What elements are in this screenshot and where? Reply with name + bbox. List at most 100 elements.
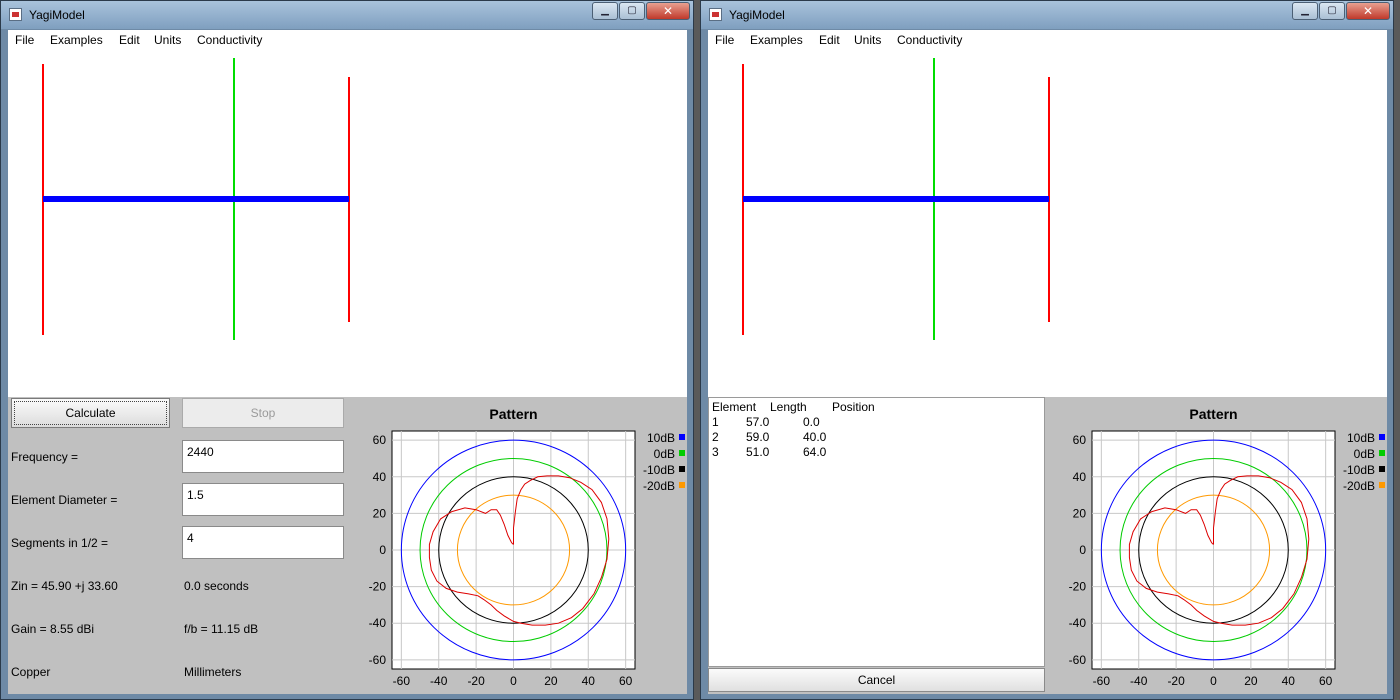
pattern-chart: Pattern -60 -40 -20 0 20 40 60 60 40 20 0 -20 -40 -60 1… bbox=[1069, 406, 1385, 688]
menu-units[interactable]: Units bbox=[154, 33, 181, 47]
menu-examples[interactable]: Examples bbox=[50, 33, 103, 47]
menu-conductivity[interactable]: Conductivity bbox=[897, 33, 962, 47]
element-diameter-label: Element Diameter = bbox=[11, 493, 118, 507]
x-tick-label: 0 bbox=[510, 674, 517, 688]
y-tick-label: 20 bbox=[1073, 506, 1087, 520]
table-header-element: Element bbox=[712, 400, 757, 414]
legend-label: 0dB bbox=[1354, 447, 1375, 461]
chart-title: Pattern bbox=[489, 406, 537, 422]
gain-readout: Gain = 8.55 dBi bbox=[11, 622, 95, 636]
title-bar[interactable]: YagiModel ▁ ▢ ✕ bbox=[701, 1, 1393, 29]
frequency-input[interactable]: 2440 bbox=[182, 440, 344, 473]
table-header-position: Position bbox=[832, 400, 875, 414]
y-tick-label: -20 bbox=[1069, 580, 1087, 594]
yagi-window-right: YagiModel ▁ ▢ ✕ File Examples Edit Units… bbox=[700, 0, 1394, 700]
close-button[interactable]: ✕ bbox=[1346, 2, 1390, 20]
java-app-icon bbox=[709, 8, 722, 21]
x-tick-label: -60 bbox=[1093, 674, 1111, 688]
segments-input[interactable]: 4 bbox=[182, 526, 344, 559]
y-tick-label: -40 bbox=[1069, 616, 1087, 630]
legend-label: -20dB bbox=[643, 479, 675, 493]
window-title: YagiModel bbox=[729, 8, 785, 22]
legend-label: -10dB bbox=[643, 463, 675, 477]
legend-label: 0dB bbox=[654, 447, 675, 461]
element-diameter-input[interactable]: 1.5 bbox=[182, 483, 344, 516]
antenna-canvas bbox=[8, 52, 687, 397]
calc-time-readout: 0.0 seconds bbox=[184, 579, 249, 593]
units-readout: Millimeters bbox=[184, 665, 242, 679]
x-tick-label: 60 bbox=[1319, 674, 1333, 688]
table-header-length: Length bbox=[770, 400, 807, 414]
table-row-3-position: 64.0 bbox=[803, 445, 827, 459]
x-tick-label: -60 bbox=[393, 674, 411, 688]
window-title: YagiModel bbox=[29, 8, 85, 22]
control-panel: Calculate Stop Frequency = 2440 Element … bbox=[8, 397, 687, 694]
x-tick-label: 40 bbox=[582, 674, 596, 688]
stop-button[interactable]: Stop bbox=[182, 398, 344, 428]
antenna-drawing bbox=[742, 58, 1050, 340]
calculate-button[interactable]: Calculate bbox=[11, 398, 170, 428]
y-tick-label: -60 bbox=[369, 653, 387, 667]
menu-examples[interactable]: Examples bbox=[750, 33, 803, 47]
legend-swatch bbox=[1379, 450, 1385, 456]
maximize-button[interactable]: ▢ bbox=[1319, 2, 1345, 20]
y-tick-label: 0 bbox=[1079, 543, 1086, 557]
legend-label: -20dB bbox=[1343, 479, 1375, 493]
client-area: File Examples Edit Units Conductivity Ca… bbox=[8, 30, 687, 694]
x-tick-label: 60 bbox=[619, 674, 633, 688]
y-tick-label: 60 bbox=[373, 433, 387, 447]
front-back-readout: f/b = 11.15 dB bbox=[184, 622, 259, 636]
x-tick-label: 40 bbox=[1282, 674, 1296, 688]
maximize-button[interactable]: ▢ bbox=[619, 2, 645, 20]
minimize-button[interactable]: ▁ bbox=[592, 2, 618, 20]
antenna-drawing bbox=[42, 58, 350, 340]
legend-label: 10dB bbox=[647, 431, 675, 445]
frequency-label: Frequency = bbox=[11, 450, 79, 464]
menu-edit[interactable]: Edit bbox=[819, 33, 840, 47]
table-row-3-length: 51.0 bbox=[746, 445, 770, 459]
legend-swatch bbox=[1379, 466, 1385, 472]
table-row-2-position: 40.0 bbox=[803, 430, 827, 444]
legend-swatch bbox=[679, 482, 685, 488]
zin-readout: Zin = 45.90 +j 33.60 bbox=[11, 579, 118, 593]
chart-title: Pattern bbox=[1189, 406, 1237, 422]
menu-file[interactable]: File bbox=[15, 33, 34, 47]
table-row-2-element: 2 bbox=[712, 430, 719, 444]
yagi-window-left: YagiModel ▁ ▢ ✕ File Examples Edit Units… bbox=[0, 0, 694, 700]
x-tick-label: -20 bbox=[467, 674, 485, 688]
x-tick-label: 20 bbox=[1244, 674, 1258, 688]
minimize-button[interactable]: ▁ bbox=[1292, 2, 1318, 20]
legend-swatch bbox=[679, 466, 685, 472]
menu-file[interactable]: File bbox=[715, 33, 734, 47]
y-tick-label: 20 bbox=[373, 506, 387, 520]
x-tick-label: 0 bbox=[1210, 674, 1217, 688]
menu-edit[interactable]: Edit bbox=[119, 33, 140, 47]
y-tick-label: 0 bbox=[379, 543, 386, 557]
java-app-icon bbox=[9, 8, 22, 21]
antenna-canvas bbox=[708, 52, 1387, 397]
legend-swatch bbox=[1379, 482, 1385, 488]
x-tick-label: 20 bbox=[544, 674, 558, 688]
table-row-1-length: 57.0 bbox=[746, 415, 770, 429]
legend-label: -10dB bbox=[1343, 463, 1375, 477]
element-edit-panel: Element Length Position 1 57.0 0.0 2 59.… bbox=[708, 397, 1387, 694]
menu-units[interactable]: Units bbox=[854, 33, 881, 47]
menu-bar: File Examples Edit Units Conductivity bbox=[8, 30, 687, 52]
element-table[interactable]: Element Length Position 1 57.0 0.0 2 59.… bbox=[708, 397, 1045, 667]
pattern-chart: Pattern -60 -40 -20 0 20 40 60 60 40 20 0 -20 -40 -60 1… bbox=[369, 406, 685, 688]
close-button[interactable]: ✕ bbox=[646, 2, 690, 20]
table-row-3-element: 3 bbox=[712, 445, 719, 459]
title-bar[interactable]: YagiModel ▁ ▢ ✕ bbox=[1, 1, 693, 29]
y-tick-label: -60 bbox=[1069, 653, 1087, 667]
x-tick-label: -20 bbox=[1167, 674, 1185, 688]
legend-label: 10dB bbox=[1347, 431, 1375, 445]
menu-bar: File Examples Edit Units Conductivity bbox=[708, 30, 1387, 52]
cancel-button[interactable]: Cancel bbox=[708, 668, 1045, 692]
table-row-1-element: 1 bbox=[712, 415, 719, 429]
menu-conductivity[interactable]: Conductivity bbox=[197, 33, 262, 47]
legend-swatch bbox=[679, 434, 685, 440]
y-tick-label: -20 bbox=[369, 580, 387, 594]
table-row-2-length: 59.0 bbox=[746, 430, 770, 444]
client-area: File Examples Edit Units Conductivity El… bbox=[708, 30, 1387, 694]
table-row-1-position: 0.0 bbox=[803, 415, 820, 429]
